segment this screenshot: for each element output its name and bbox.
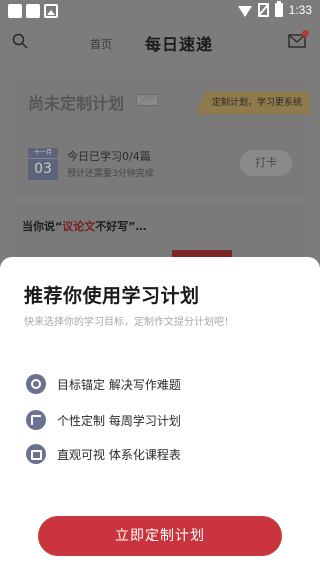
notification-icon bbox=[8, 4, 22, 18]
no-sim-icon bbox=[257, 3, 269, 17]
notification-icon bbox=[26, 4, 40, 18]
plan-ribbon[interactable]: 定制计划，学习更系统 bbox=[195, 92, 310, 114]
remaining-time-text: 预计还需要3分钟完成 bbox=[67, 169, 154, 179]
sheet-title: 推荐你使用学习计划 bbox=[24, 285, 200, 307]
check-in-button[interactable]: 打卡 bbox=[240, 150, 292, 176]
battery-icon bbox=[274, 1, 283, 17]
vip-tag: VIP bbox=[136, 94, 159, 106]
page-title: 每日速递 bbox=[145, 35, 214, 54]
feature-item-target: 目标锚定 解决写作难题 bbox=[26, 374, 181, 394]
calendar-day: 03 bbox=[34, 161, 52, 177]
target-icon bbox=[26, 374, 46, 394]
sheet-subtitle: 快来选择你的学习目标，定制作文提分计划吧！ bbox=[24, 317, 234, 328]
app-header: 首页 每日速递 bbox=[0, 24, 320, 64]
create-plan-button[interactable]: 立即定制计划 bbox=[38, 516, 282, 556]
study-progress-text: 今日已学习0/4篇 bbox=[67, 150, 151, 163]
clock: 1:33 bbox=[288, 3, 312, 17]
feature-label: 目标锚定 解决写作难题 bbox=[57, 377, 181, 392]
article-headline: 当你说“议论文不好写”… bbox=[22, 220, 147, 233]
recommend-plan-sheet: 推荐你使用学习计划 快来选择你的学习目标，定制作文提分计划吧！ 目标锚定 解决写… bbox=[0, 257, 320, 569]
unread-badge bbox=[302, 30, 309, 37]
search-icon[interactable] bbox=[12, 33, 28, 49]
calendar-month: 十一月 bbox=[28, 148, 58, 159]
feature-label: 个性定制 每周学习计划 bbox=[57, 413, 181, 428]
tab-home[interactable]: 首页 bbox=[90, 36, 112, 52]
status-bar: 1:33 bbox=[0, 0, 320, 24]
image-notification-icon bbox=[44, 4, 58, 18]
calendar-icon bbox=[26, 444, 46, 464]
wifi-icon bbox=[237, 5, 252, 17]
custom-plan-icon bbox=[26, 410, 46, 430]
feature-item-custom: 个性定制 每周学习计划 bbox=[26, 410, 181, 430]
study-plan-card: 尚未定制计划 VIP 定制计划，学习更系统 十一月 03 今日已学习0/4篇 预… bbox=[12, 76, 310, 194]
feature-item-schedule: 直观可视 体系化课程表 bbox=[26, 444, 181, 464]
feature-label: 直观可视 体系化课程表 bbox=[57, 447, 181, 462]
calendar-icon: 十一月 03 bbox=[28, 148, 58, 180]
plan-card-title: 尚未定制计划 bbox=[28, 94, 125, 113]
